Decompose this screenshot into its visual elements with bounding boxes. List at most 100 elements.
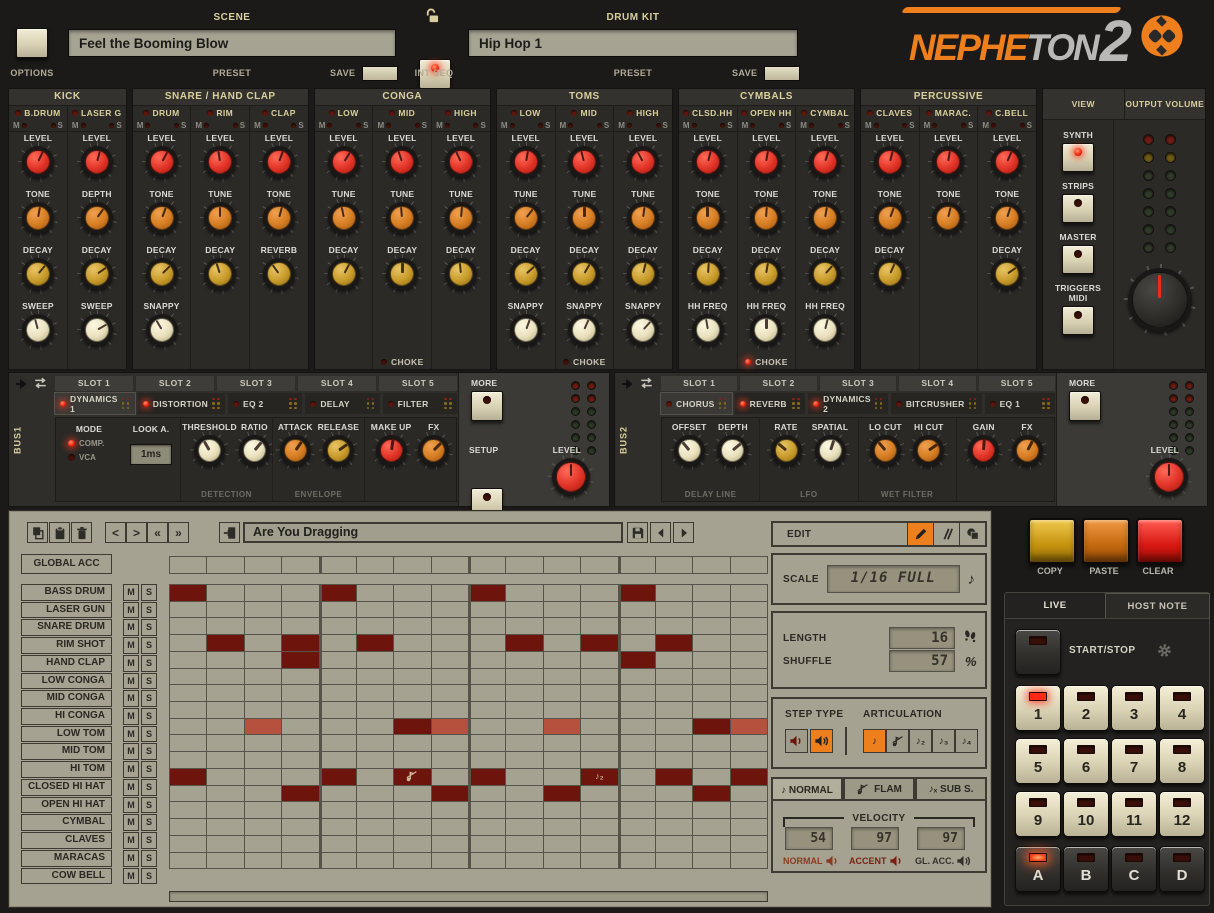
step-cell[interactable]	[656, 635, 692, 651]
step-cell[interactable]	[731, 669, 767, 685]
step-cell[interactable]	[731, 769, 767, 785]
knob-tone[interactable]	[21, 201, 55, 235]
tab-normal[interactable]: ♪ NORMAL	[771, 777, 843, 801]
shuffle-lcd[interactable]: 57	[889, 650, 955, 672]
unlock-icon[interactable]	[424, 8, 439, 28]
knob-level[interactable]	[262, 145, 296, 179]
step-cell[interactable]	[282, 702, 318, 718]
knob-spatial[interactable]	[814, 434, 847, 467]
pattern-pad-3[interactable]: 3	[1111, 685, 1157, 731]
step-cell[interactable]	[656, 652, 692, 668]
knob-level[interactable]	[21, 145, 55, 179]
row-mute-claves[interactable]: M	[123, 832, 139, 849]
acc-step-cell[interactable]	[282, 557, 318, 573]
step-cell[interactable]	[245, 752, 281, 768]
step-cell[interactable]	[693, 602, 729, 618]
channel-header[interactable]: MID	[571, 106, 597, 120]
row-mute-cow-bell[interactable]: M	[123, 868, 139, 885]
knob-tone[interactable]	[145, 201, 179, 235]
step-cell[interactable]	[170, 585, 206, 601]
knob-decay[interactable]	[626, 257, 660, 291]
knob-decay[interactable]	[567, 257, 601, 291]
step-cell[interactable]	[170, 635, 206, 651]
step-cell[interactable]	[619, 735, 655, 751]
acc-step-cell[interactable]	[506, 557, 542, 573]
solo-button[interactable]: S	[779, 121, 791, 130]
step-cell[interactable]	[282, 819, 318, 835]
instrument-label-cymbal[interactable]: CYMBAL	[21, 814, 112, 831]
step-cell[interactable]	[693, 786, 729, 802]
pattern-pad-4[interactable]: 4	[1159, 685, 1205, 731]
mute-button[interactable]: M	[436, 121, 450, 130]
step-cell[interactable]	[207, 719, 243, 735]
step-cell[interactable]	[619, 786, 655, 802]
step-cell[interactable]	[282, 602, 318, 618]
step-cell[interactable]	[394, 685, 430, 701]
step-cell[interactable]	[619, 602, 655, 618]
knob-rate[interactable]	[770, 434, 803, 467]
mode-option-vca[interactable]: VCA	[68, 453, 96, 462]
row-solo-maracas[interactable]: S	[141, 850, 157, 867]
step-cell[interactable]	[282, 585, 318, 601]
step-cell[interactable]	[245, 802, 281, 818]
channel-header[interactable]: RIM	[207, 106, 233, 120]
step-cell[interactable]	[282, 685, 318, 701]
step-cell[interactable]	[320, 802, 356, 818]
step-cell[interactable]	[731, 853, 767, 869]
step-cell[interactable]	[506, 702, 542, 718]
step-cell[interactable]	[581, 685, 617, 701]
row-mute-low-conga[interactable]: M	[123, 673, 139, 690]
solo-button[interactable]: S	[1020, 121, 1032, 130]
knob-tone[interactable]	[262, 201, 296, 235]
step-cell[interactable]	[320, 618, 356, 634]
row-mute-maracas[interactable]: M	[123, 850, 139, 867]
mute-button[interactable]: M	[683, 121, 697, 130]
knob-level[interactable]	[385, 145, 419, 179]
step-cell[interactable]	[619, 802, 655, 818]
acc-step-cell[interactable]	[544, 557, 580, 573]
step-cell[interactable]	[619, 719, 655, 735]
eraser-tool-icon[interactable]	[933, 523, 959, 545]
solo-button[interactable]: S	[356, 121, 368, 130]
tab-live[interactable]: LIVE	[1005, 593, 1105, 618]
step-cell[interactable]	[469, 802, 505, 818]
channel-header[interactable]: CLAVES	[867, 106, 912, 120]
channel-header[interactable]: LOW	[329, 106, 359, 120]
module-distortion[interactable]: DISTORTION	[138, 393, 225, 414]
knob-level[interactable]	[327, 145, 361, 179]
step-cell[interactable]	[506, 585, 542, 601]
module-delay[interactable]: DELAY	[305, 393, 379, 414]
step-cell[interactable]	[731, 618, 767, 634]
step-cell[interactable]	[619, 819, 655, 835]
step-cell[interactable]	[506, 752, 542, 768]
step-cell[interactable]	[282, 669, 318, 685]
knob-level[interactable]	[509, 145, 543, 179]
step-cell[interactable]	[731, 702, 767, 718]
step-cell[interactable]	[693, 719, 729, 735]
choke-indicator[interactable]: CHOKE	[497, 357, 672, 367]
step-cell[interactable]	[506, 719, 542, 735]
step-cell[interactable]	[656, 819, 692, 835]
pattern-scrollbar[interactable]	[169, 891, 768, 902]
step-cell[interactable]	[506, 819, 542, 835]
step-cell[interactable]	[245, 786, 281, 802]
mode-option-comp[interactable]: COMP.	[68, 439, 104, 448]
step-cell[interactable]	[357, 685, 393, 701]
knob-decay[interactable]	[444, 257, 478, 291]
step-cell[interactable]	[731, 735, 767, 751]
knob-tune[interactable]	[509, 201, 543, 235]
step-cell[interactable]	[282, 802, 318, 818]
step-cell[interactable]	[693, 819, 729, 835]
step-cell[interactable]	[207, 669, 243, 685]
step-cell[interactable]	[469, 769, 505, 785]
step-cell[interactable]	[320, 769, 356, 785]
step-cell[interactable]	[170, 786, 206, 802]
instrument-label-cow-bell[interactable]: COW BELL	[21, 868, 112, 885]
copy-pattern-big-button[interactable]	[1028, 518, 1076, 564]
choke-indicator[interactable]: CHOKE	[315, 357, 490, 367]
slot-tab-slot-4[interactable]: SLOT 4	[899, 376, 975, 391]
solo-button[interactable]: S	[174, 121, 186, 130]
step-cell[interactable]	[619, 585, 655, 601]
paste-pattern-button[interactable]	[49, 522, 70, 543]
step-cell[interactable]	[469, 585, 505, 601]
